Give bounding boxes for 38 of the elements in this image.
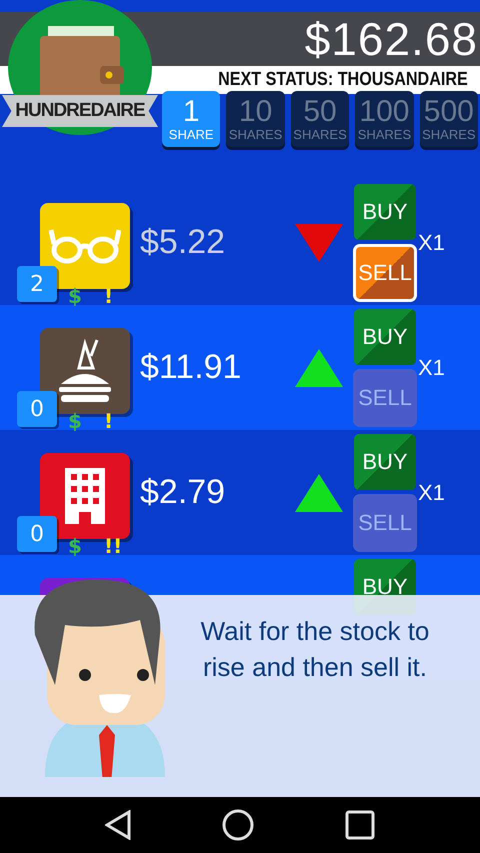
stock-price: $11.91 [140,348,242,387]
alert-mark: ! [104,284,114,308]
share-amount-button[interactable]: 100 SHARES [355,91,414,147]
share-amount-button[interactable]: 10 SHARES [226,91,285,147]
multiplier-label: X1 [418,354,446,380]
buy-button[interactable]: BUY [354,184,416,240]
tip-message: Wait for the stock to rise and then sell it. [200,615,430,684]
share-amount-button[interactable]: 500 SHARES [420,91,478,147]
owned-count: 0 [17,516,57,552]
recent-apps-icon[interactable] [344,810,375,840]
owned-count: 2 [17,266,57,302]
sell-button[interactable]: SELL [353,244,417,302]
owned-count: 0 [17,391,57,427]
back-icon[interactable] [105,810,132,840]
buy-button[interactable]: BUY [354,434,416,490]
dollar-mark: $ [68,534,82,558]
stock-tile[interactable] [40,203,130,289]
dollar-mark: $ [68,409,82,433]
up-triangle-icon [295,474,343,512]
next-status-label: NEXT STATUS: THOUSANDAIRE [218,69,468,91]
stock-price: $2.79 [140,473,226,512]
home-icon[interactable] [222,809,254,841]
stock-price: $5.22 [140,223,226,262]
status-ribbon: HUNDREDAIRE [2,95,158,127]
building-icon [65,468,105,524]
balance-amount: $162.68 [304,12,478,66]
buy-button[interactable]: BUY [354,308,416,364]
dollar-mark: $ [68,284,82,308]
sell-button[interactable]: SELL [353,494,417,552]
multiplier-label: X1 [418,230,446,256]
share-amount-button[interactable]: 1 SHARE [162,91,220,147]
alert-mark: !! [104,534,122,558]
sell-button[interactable]: SELL [353,368,417,426]
up-triangle-icon [295,348,343,386]
share-amount-button[interactable]: 50 SHARES [290,91,350,147]
down-triangle-icon [295,224,343,262]
multiplier-label: X1 [418,480,446,506]
alert-mark: ! [104,409,114,433]
